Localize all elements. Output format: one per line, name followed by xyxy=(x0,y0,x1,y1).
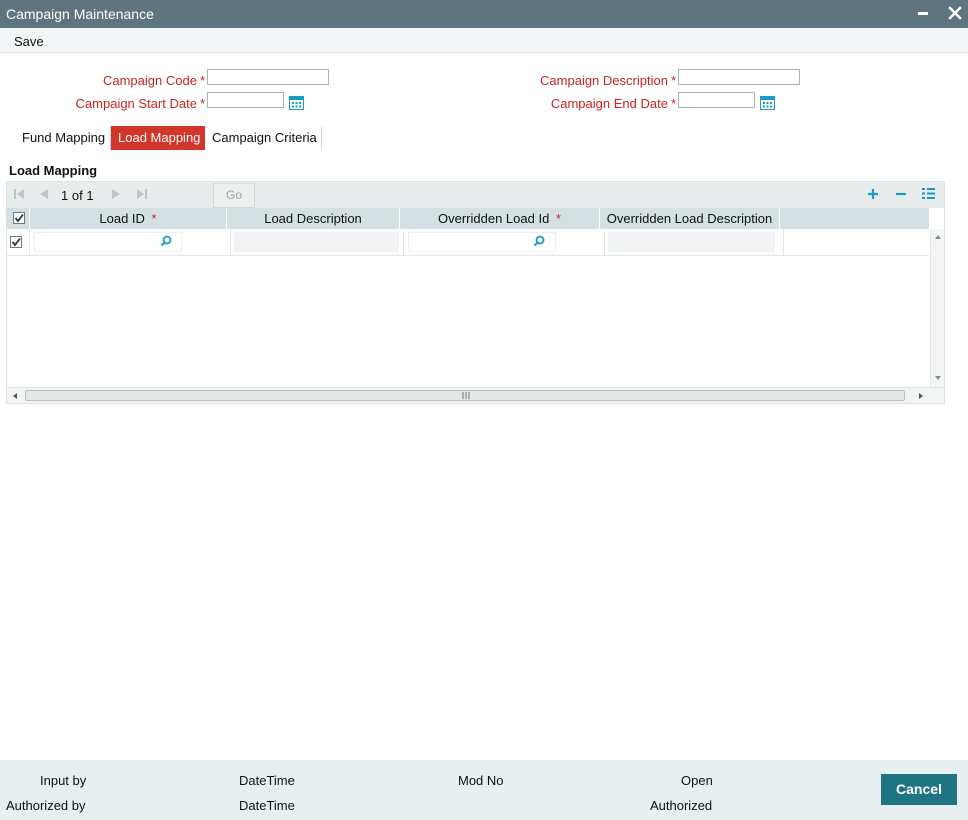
input-by-label: Input by xyxy=(40,773,87,788)
authorized-by-label: Authorized by xyxy=(6,798,86,813)
window-title: Campaign Maintenance xyxy=(6,6,154,22)
campaign-code-label: Campaign Code * xyxy=(102,73,205,88)
record-status-label: Open xyxy=(681,773,713,788)
search-icon[interactable] xyxy=(533,235,545,247)
load-description-cell xyxy=(231,229,404,255)
pager-status: 1 of 1 xyxy=(61,188,94,203)
pager-total: 1 xyxy=(86,188,94,203)
delete-row-icon[interactable] xyxy=(895,188,907,200)
column-header-overridden-load-description: Overridden Load Description xyxy=(600,208,780,229)
scrollbar-thumb[interactable] xyxy=(25,390,905,401)
required-marker: * xyxy=(670,96,676,111)
scroll-down-icon[interactable] xyxy=(934,375,942,381)
table-row xyxy=(7,229,929,256)
header-select-cell xyxy=(7,208,30,229)
section-title: Load Mapping xyxy=(9,163,98,178)
load-mapping-grid: 1 of 1 Go Load ID * Load Description Ove… xyxy=(6,181,945,404)
load-description-input[interactable] xyxy=(234,232,399,252)
required-marker: * xyxy=(670,73,676,88)
last-page-icon[interactable] xyxy=(136,188,148,200)
grip-icon xyxy=(462,392,470,399)
audit-footer: Input by Authorized by DateTime DateTime… xyxy=(0,760,968,820)
required-marker: * xyxy=(552,211,561,226)
grid-toolbar: 1 of 1 Go xyxy=(7,182,944,208)
next-page-icon[interactable] xyxy=(110,188,122,200)
grid-header: Load ID * Load Description Overridden Lo… xyxy=(7,208,929,229)
column-header-load-id: Load ID * xyxy=(30,208,227,229)
campaign-description-label: Campaign Description * xyxy=(540,73,676,88)
select-all-checkbox[interactable] xyxy=(13,212,25,224)
horizontal-scrollbar[interactable] xyxy=(7,387,944,403)
tab-load-mapping[interactable]: Load Mapping xyxy=(111,126,205,150)
required-marker: * xyxy=(199,96,205,111)
checkmark-icon xyxy=(14,213,24,223)
required-marker: * xyxy=(147,211,157,226)
campaign-end-date-field[interactable] xyxy=(678,92,755,108)
go-button[interactable]: Go xyxy=(213,183,255,208)
tab-fund-mapping[interactable]: Fund Mapping xyxy=(15,126,112,150)
close-icon[interactable] xyxy=(946,4,964,22)
search-icon[interactable] xyxy=(160,235,172,247)
row-select-cell xyxy=(7,229,30,255)
scroll-right-icon[interactable] xyxy=(918,392,924,400)
campaign-start-date-label: Campaign Start Date * xyxy=(75,96,205,111)
list-view-icon[interactable] xyxy=(922,187,935,200)
overridden-load-id-cell xyxy=(404,229,605,255)
campaign-end-date-label: Campaign End Date * xyxy=(550,96,676,111)
campaign-code-field[interactable] xyxy=(207,69,329,85)
first-page-icon[interactable] xyxy=(13,188,25,200)
tab-campaign-criteria[interactable]: Campaign Criteria xyxy=(205,126,324,150)
required-marker: * xyxy=(199,73,205,88)
save-button[interactable]: Save xyxy=(14,34,44,49)
input-datetime-label: DateTime xyxy=(239,773,295,788)
menu-bar: Save xyxy=(0,28,968,53)
title-bar: Campaign Maintenance xyxy=(0,0,968,28)
pager-current: 1 xyxy=(61,188,69,203)
authorized-datetime-label: DateTime xyxy=(239,798,295,813)
calendar-icon[interactable] xyxy=(760,96,775,110)
scroll-left-icon[interactable] xyxy=(12,392,18,400)
mod-no-label: Mod No xyxy=(458,773,504,788)
previous-page-icon[interactable] xyxy=(38,188,50,200)
calendar-icon[interactable] xyxy=(289,96,304,110)
column-header-overridden-load-id: Overridden Load Id * xyxy=(400,208,600,229)
column-header-load-description: Load Description xyxy=(227,208,400,229)
cancel-button[interactable]: Cancel xyxy=(881,774,957,805)
minimize-icon[interactable] xyxy=(918,12,928,15)
overridden-load-description-cell xyxy=(605,229,784,255)
load-id-cell xyxy=(30,229,231,255)
scroll-up-icon[interactable] xyxy=(934,234,942,240)
overridden-load-description-input[interactable] xyxy=(608,232,775,252)
add-row-icon[interactable] xyxy=(867,188,879,200)
campaign-start-date-field[interactable] xyxy=(207,92,284,108)
tab-separator xyxy=(321,126,322,150)
pager-of: of xyxy=(71,188,83,203)
row-checkbox[interactable] xyxy=(10,236,22,248)
authorization-status-label: Authorized xyxy=(650,798,713,813)
campaign-description-field[interactable] xyxy=(678,69,800,85)
checkmark-icon xyxy=(11,237,21,247)
vertical-scrollbar[interactable] xyxy=(930,229,944,387)
